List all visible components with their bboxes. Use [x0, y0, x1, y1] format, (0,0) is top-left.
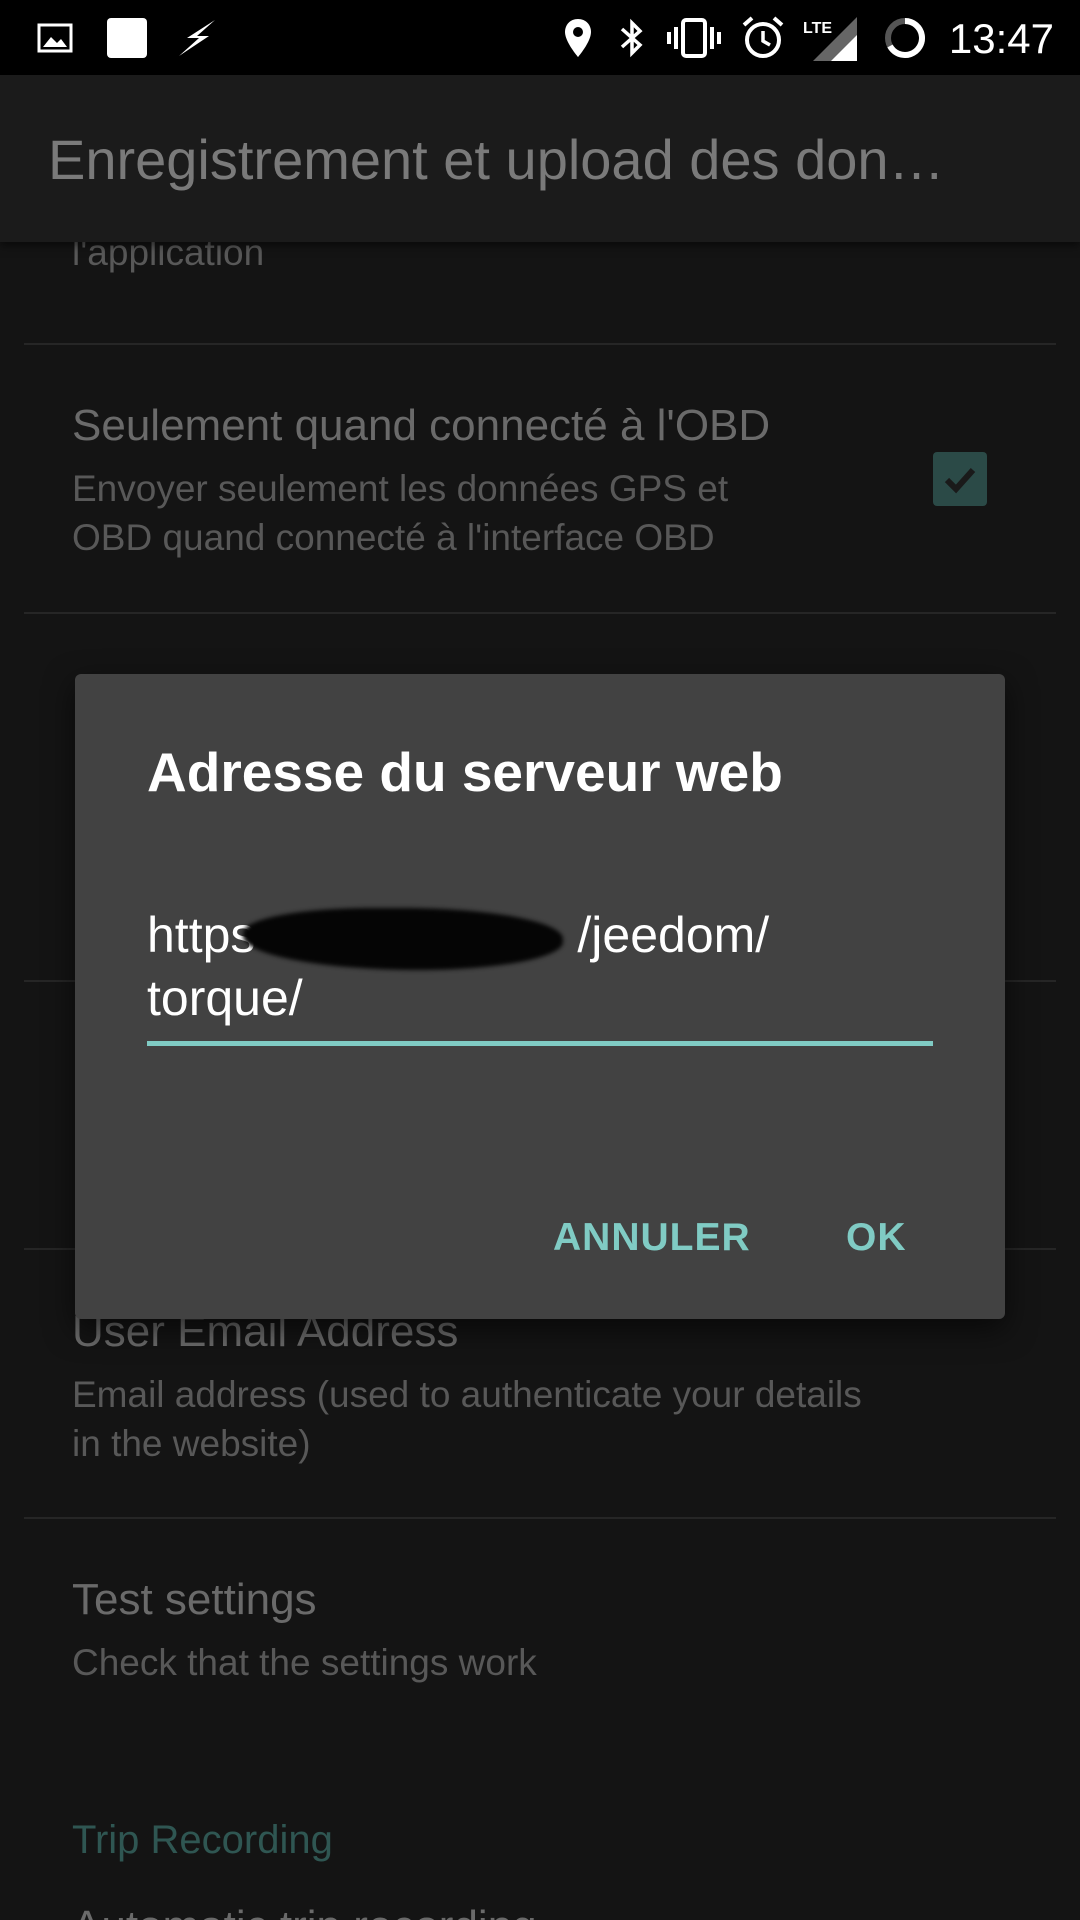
- divider: [24, 1517, 1056, 1519]
- bluetooth-icon: [612, 0, 652, 75]
- url-scheme: https: [147, 907, 256, 963]
- url-line-2: torque/: [147, 970, 303, 1026]
- pref-test-settings-summary: Check that the settings work: [72, 1642, 537, 1683]
- url-line-1: https/jeedom/: [147, 904, 933, 970]
- url-path: /jeedom/: [577, 907, 770, 963]
- status-time: 13:47: [948, 15, 1054, 62]
- screen: LTE 13:47 Enregistrement et upload des d…: [0, 0, 1080, 1920]
- pref-obd-only-title: Seulement quand connecté à l'OBD: [72, 401, 771, 450]
- checkmark-icon: [944, 467, 976, 494]
- pref-user-email-summary-2: in the website): [72, 1423, 311, 1464]
- input-underline: [147, 1041, 933, 1046]
- status-bar: LTE 13:47: [0, 0, 1080, 75]
- pref-partial-next-title[interactable]: Automatic trip recording: [72, 1902, 537, 1920]
- category-trip-recording: Trip Recording: [72, 1818, 333, 1862]
- divider: [24, 343, 1056, 345]
- obd-only-checkbox[interactable]: [933, 452, 987, 506]
- square-icon: [102, 0, 152, 75]
- server-url-field[interactable]: https/jeedom/ torque/: [147, 904, 933, 1030]
- lte-signal-icon: LTE: [800, 0, 860, 75]
- image-icon: [30, 0, 80, 75]
- app-bar: Enregistrement et upload des don…: [0, 75, 1080, 242]
- location-icon: [558, 0, 598, 75]
- battery-ring-icon: [880, 0, 930, 75]
- redaction-mark: [243, 908, 563, 970]
- cancel-button[interactable]: ANNULER: [553, 1216, 751, 1260]
- ok-button[interactable]: OK: [846, 1216, 907, 1260]
- pref-test-settings-title: Test settings: [72, 1575, 317, 1624]
- server-address-dialog: Adresse du serveur web https/jeedom/ tor…: [75, 674, 1005, 1319]
- page-title: Enregistrement et upload des don…: [48, 128, 945, 191]
- divider: [24, 612, 1056, 614]
- vibrate-icon: [664, 0, 724, 75]
- alarm-icon: [738, 0, 788, 75]
- dialog-title: Adresse du serveur web: [147, 741, 783, 803]
- svg-text:LTE: LTE: [803, 20, 832, 37]
- pref-user-email-summary-1: Email address (used to authenticate your…: [72, 1374, 862, 1415]
- pref-obd-only-summary-2: OBD quand connecté à l'interface OBD: [72, 517, 715, 558]
- flash-icon: [172, 0, 222, 75]
- pref-obd-only-summary-1: Envoyer seulement les données GPS et: [72, 468, 729, 509]
